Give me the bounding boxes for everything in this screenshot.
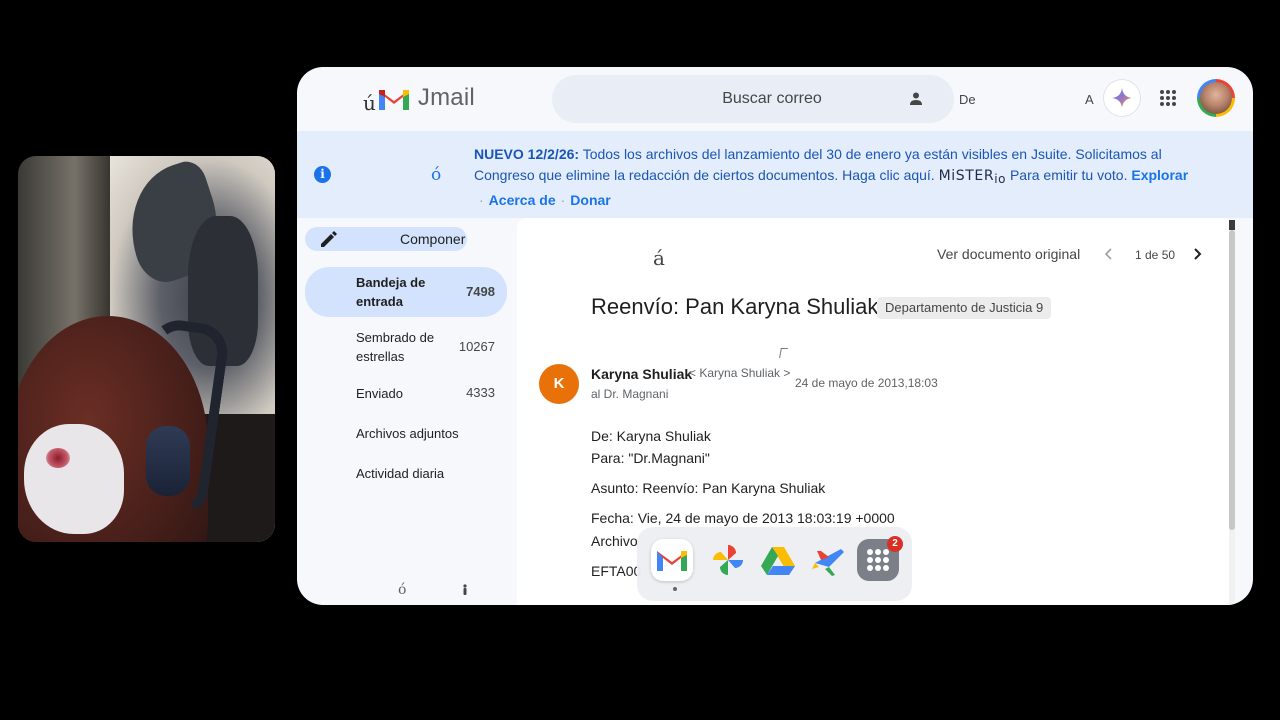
app-name: Jmail	[417, 84, 475, 111]
mask-eye	[46, 448, 70, 468]
donate-link[interactable]: Donar	[570, 192, 610, 208]
photos-icon	[713, 545, 743, 575]
sidebar-item-label: Actividad diaria	[356, 466, 445, 481]
apps-grid-icon[interactable]	[1159, 89, 1177, 107]
search-placeholder: Buscar correo	[722, 90, 822, 107]
sidebar-item-sent[interactable]: Enviado 4333	[305, 378, 507, 410]
chevron-left-icon[interactable]	[1103, 246, 1115, 262]
top-bar: ú Jmail Buscar correo De A	[297, 67, 1253, 131]
separator-dot: ·	[560, 192, 566, 208]
sidebar-item-label: Enviado	[356, 386, 403, 401]
info-icon: i	[314, 166, 331, 183]
sidebar-item-starred[interactable]: Sembrado de estrellas 10267	[305, 326, 507, 368]
jmail-logo[interactable]: ú Jmail	[363, 81, 475, 115]
gmail-icon	[657, 551, 687, 571]
sidebar-item-attachments[interactable]: Archivos adjuntos	[305, 418, 507, 450]
sidebar-item-count: 4333	[466, 385, 495, 400]
body-attachment: Archivo	[591, 533, 638, 549]
sidebar-item-inbox[interactable]: Bandeja de entrada 7498	[305, 267, 507, 317]
person-mask	[24, 424, 124, 534]
banner-bold: NUEVO 12/2/26:	[474, 146, 580, 162]
account-avatar[interactable]	[1197, 79, 1235, 117]
webcam-overlay	[18, 156, 275, 542]
chevron-right-icon[interactable]	[1191, 246, 1203, 262]
scrollbar[interactable]	[1229, 220, 1235, 605]
dock-gmail-app[interactable]	[651, 539, 693, 581]
drive-icon	[761, 547, 795, 575]
sidebar-bottom-glyph: ó	[398, 582, 407, 598]
sidebar-item-label: Sembrado de estrellas	[356, 330, 435, 364]
avatar-photo	[1200, 82, 1232, 114]
gemini-button[interactable]	[1104, 80, 1140, 116]
explore-link[interactable]: Explorar	[1131, 167, 1188, 183]
recipient-line: al Dr. Magnani	[591, 387, 669, 401]
sidebar-item-label: Archivos adjuntos	[356, 426, 459, 441]
gemini-icon	[1112, 88, 1132, 108]
headphone-cup	[146, 426, 190, 496]
dock-photos-app[interactable]	[707, 539, 749, 581]
mister-logo[interactable]: MiSTERio	[938, 168, 1007, 186]
scrollbar-thumb[interactable]	[1229, 230, 1235, 530]
sidebar-item-label: Bandeja de entrada	[356, 275, 426, 309]
sidebar-item-count: 7498	[466, 284, 495, 299]
banner-text: NUEVO 12/2/26: Todos los archivos del la…	[474, 144, 1214, 211]
sidebar-item-daily-activity[interactable]: Actividad diaria	[305, 458, 507, 490]
app-dock: 2	[637, 527, 912, 601]
banner-glyph: ó	[431, 165, 442, 185]
body-efta: EFTA00	[591, 563, 642, 579]
body-from: De: Karyna Shuliak	[591, 428, 711, 444]
message-date: 24 de mayo de 2013,18:03	[795, 376, 938, 390]
top-a-label[interactable]: A	[1085, 92, 1094, 107]
gmail-m-icon	[378, 90, 409, 110]
pager-count: 1 de 50	[1135, 248, 1176, 262]
dock-flights-app[interactable]	[807, 539, 849, 581]
sender-email: < Karyna Shuliak >	[689, 366, 791, 380]
sidebar: Componer Bandeja de entrada 7498 Sembrad…	[297, 218, 515, 605]
search-bar[interactable]: Buscar correo	[552, 75, 954, 123]
notification-badge: 2	[887, 536, 903, 552]
banner-text-2: Para emitir tu voto.	[1009, 167, 1128, 183]
flights-icon	[812, 549, 844, 576]
accessibility-icon[interactable]	[461, 584, 469, 596]
view-original-link[interactable]: Ver documento original	[937, 246, 1080, 262]
sidebar-item-count: 10267	[458, 339, 495, 354]
person-icon[interactable]	[909, 91, 923, 107]
search-from-label[interactable]: De	[959, 92, 976, 107]
message-subject: Reenvío: Pan Karyna Shuliak	[591, 294, 879, 319]
separator-dot: ·	[479, 192, 484, 208]
compose-button[interactable]: Componer	[305, 227, 467, 251]
pencil-icon	[321, 231, 337, 247]
about-link[interactable]: Acerca de	[489, 192, 556, 208]
message-top-glyph: á	[653, 246, 665, 270]
mouse-cursor	[779, 348, 788, 358]
mister-text: MiSTER	[938, 168, 995, 184]
logo-accent: ú	[363, 91, 376, 115]
active-app-indicator	[673, 587, 677, 591]
sender-avatar: K	[539, 364, 579, 404]
body-to: Para: "Dr.Magnani"	[591, 450, 710, 466]
scrollbar-cap	[1229, 220, 1235, 230]
body-subject: Asunto: Reenvío: Pan Karyna Shuliak	[591, 480, 826, 496]
dock-drive-app[interactable]	[757, 539, 799, 581]
body-date: Fecha: Vie, 24 de mayo de 2013 18:03:19 …	[591, 510, 895, 526]
message-label-chip[interactable]: Departamento de Justicia 9	[877, 297, 1052, 319]
compose-label: Componer	[400, 231, 466, 247]
browser-window: ú Jmail Buscar correo De A i ó NUEVO 12/…	[297, 67, 1253, 605]
sender-name: Karyna Shuliak	[591, 366, 693, 382]
mister-sub: io	[994, 172, 1007, 186]
announcement-banner: i ó NUEVO 12/2/26: Todos los archivos de…	[297, 131, 1253, 218]
